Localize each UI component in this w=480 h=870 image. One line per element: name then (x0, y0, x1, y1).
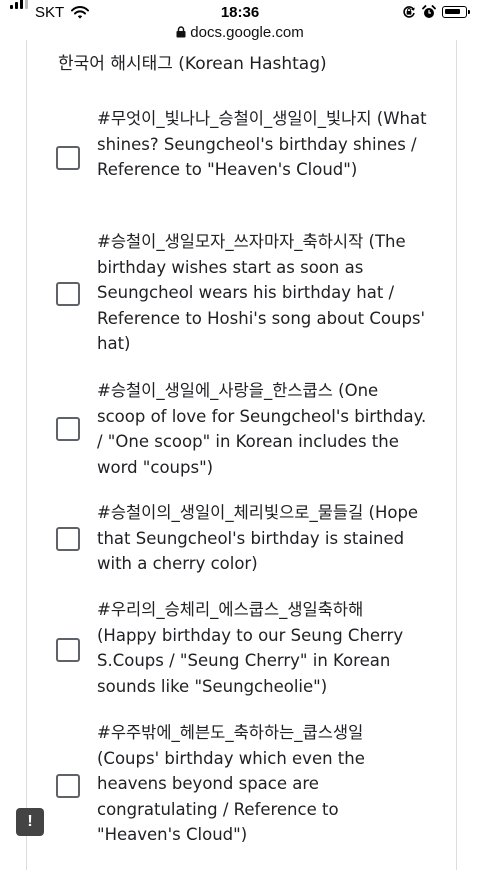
status-bar: SKT 18:36 (0, 0, 480, 26)
battery-icon (442, 6, 470, 18)
option-label: #무엇이_빛나나_승철이_생일이_빛나지 (What shines? Seung… (97, 109, 427, 179)
feedback-button[interactable]: ! (16, 808, 44, 836)
orientation-lock-icon (402, 5, 416, 24)
option-label: #우주밖에_헤븐도_축하하는_쿱스생일 (Coups' birthday whi… (97, 723, 365, 844)
question-title: 한국어 해시태그 (Korean Hashtag) (58, 54, 327, 74)
checkbox[interactable] (56, 527, 80, 551)
checkbox[interactable] (56, 774, 80, 798)
option-label: #승철이_생일모자_쓰자마자_축하시작 (The birthday wishes… (97, 232, 426, 353)
url-domain: docs.google.com (190, 24, 304, 41)
alarm-icon (422, 5, 436, 24)
checkbox[interactable] (56, 417, 80, 441)
checkbox[interactable] (56, 638, 80, 662)
option-label: #우리의_승체리_에스쿱스_생일축하해 (Happy birthday to o… (97, 600, 404, 696)
checkbox[interactable] (56, 282, 80, 306)
option-label: #승철이_생일에_사랑을_한스쿱스 (One scoop of love for… (97, 381, 427, 477)
option-label: #승철이의_생일이_체리빛으로_물들길 (Hope that Seungcheo… (97, 503, 419, 573)
checkbox[interactable] (56, 146, 80, 170)
